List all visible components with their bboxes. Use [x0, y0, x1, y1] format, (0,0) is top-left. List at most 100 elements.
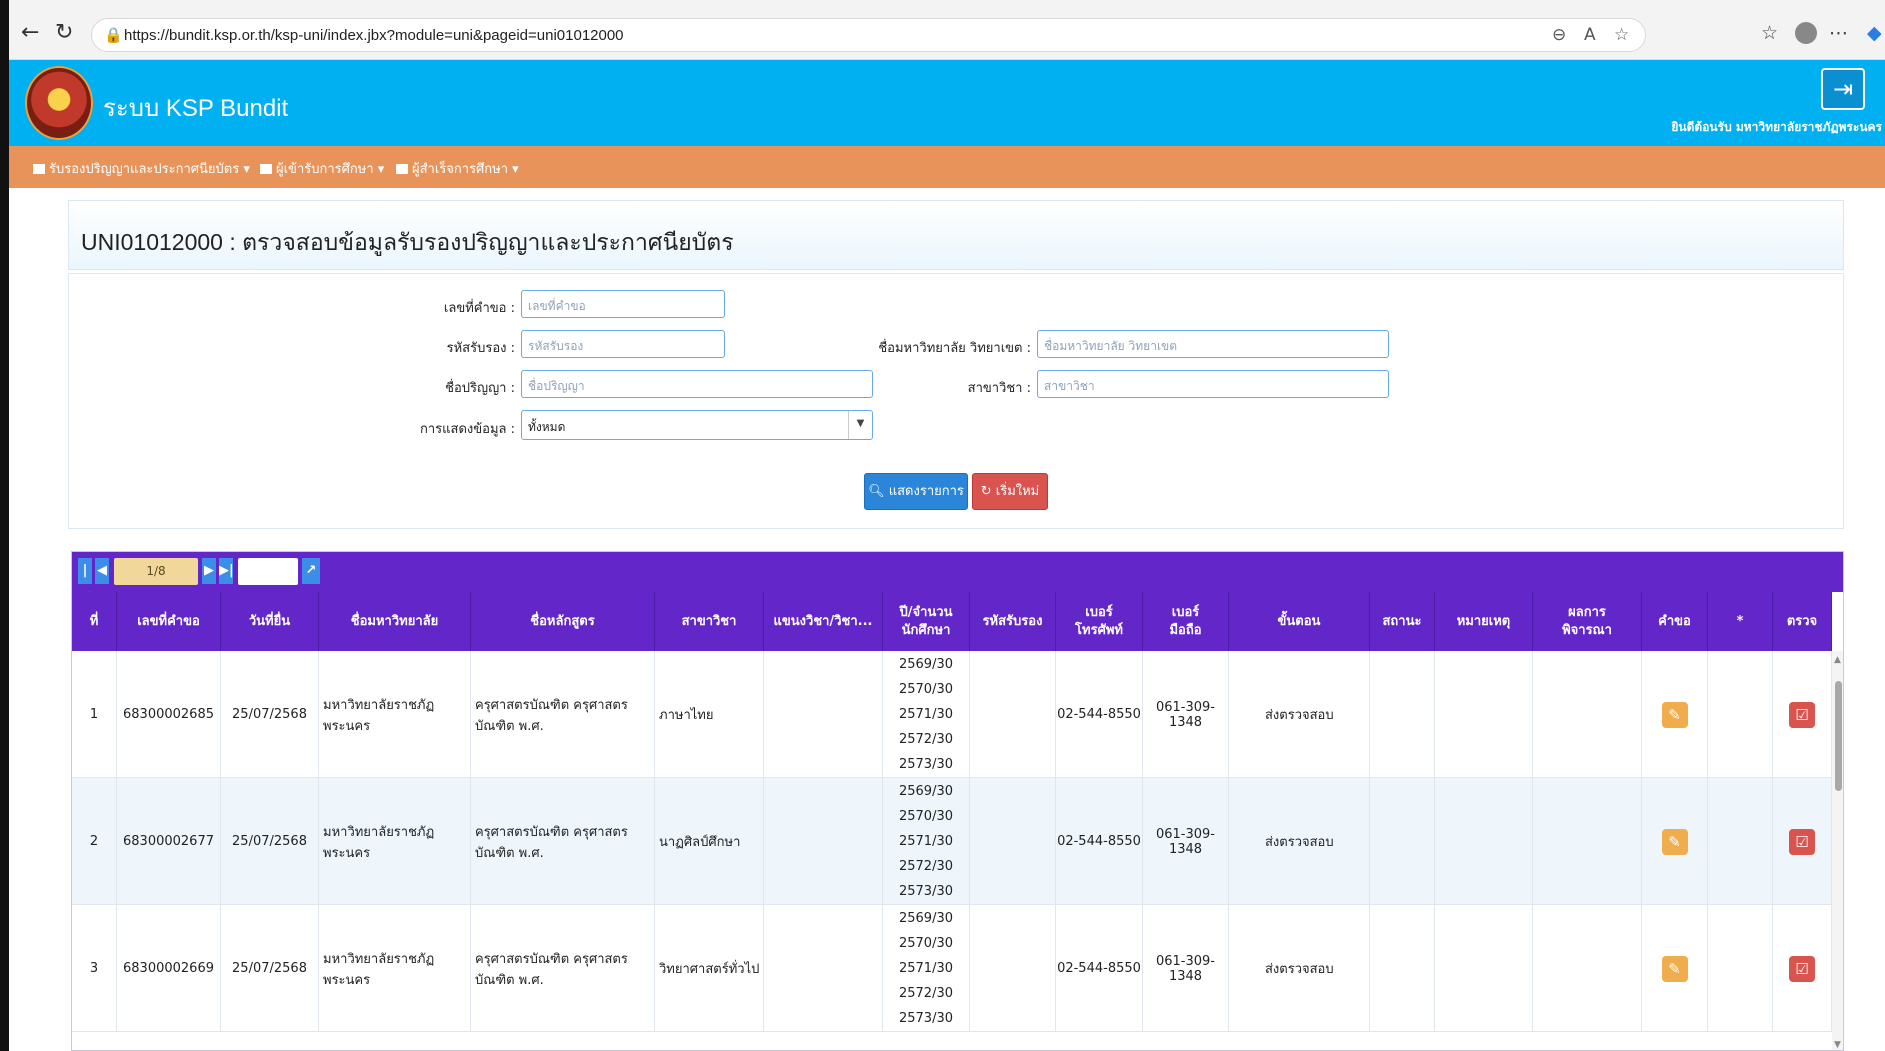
cell-step: ส่งตรวจสอบ — [1229, 778, 1370, 905]
col-step[interactable]: ขั้นตอน — [1229, 592, 1370, 651]
cell-request: ✎ — [1642, 778, 1708, 905]
col-note[interactable]: หมายเหตุ — [1435, 592, 1533, 651]
prev-page-icon[interactable]: ◀ — [95, 558, 109, 584]
cell-star — [1708, 651, 1773, 778]
col-year-count[interactable]: ปี/จำนวน นักศึกษา — [883, 592, 970, 651]
major-input[interactable]: สาขาวิชา — [1037, 370, 1389, 398]
cell-note — [1435, 905, 1533, 1032]
url-text[interactable]: https://bundit.ksp.or.th/ksp-uni/index.j… — [124, 27, 624, 44]
arrow-left-icon[interactable]: ← — [21, 20, 39, 45]
cell-result — [1533, 905, 1642, 1032]
pager-bar: |◀ ◀ 1/8 ▶ ▶| ↗ — [72, 552, 1843, 604]
table-row[interactable]: 3 68300002669 25/07/2568 มหาวิทยาลัยราชภ… — [72, 905, 1832, 1032]
request-no-input[interactable]: เลขที่คำขอ — [521, 290, 725, 318]
cell-course: ครุศาสตรบัณฑิต ครุศาสตรบัณฑิต พ.ศ. — [471, 905, 655, 1032]
col-mobile[interactable]: เบอร์ มือถือ — [1143, 592, 1229, 651]
col-check[interactable]: ตรวจ — [1773, 592, 1832, 651]
edit-icon[interactable]: ✎ — [1661, 701, 1688, 728]
table-row[interactable]: 2 68300002677 25/07/2568 มหาวิทยาลัยราชภ… — [72, 778, 1832, 905]
cell-result — [1533, 778, 1642, 905]
edit-icon[interactable]: ✎ — [1661, 955, 1688, 982]
show-list-button[interactable]: 🔍︎ แสดงรายการ — [864, 473, 968, 510]
col-request[interactable]: คำขอ — [1642, 592, 1708, 651]
refresh-icon[interactable]: ↻ — [55, 20, 73, 45]
table-header: ที่ เลขที่คำขอ วันที่ยื่น ชื่อมหาวิทยาลั… — [72, 592, 1832, 651]
cell-course: ครุศาสตรบัณฑิต ครุศาสตรบัณฑิต พ.ศ. — [471, 778, 655, 905]
col-phone[interactable]: เบอร์ โทรศัพท์ — [1056, 592, 1143, 651]
col-status[interactable]: สถานะ — [1370, 592, 1435, 651]
cell-mobile: 061-309-1348 — [1143, 905, 1229, 1032]
search-icon: 🔍︎ — [868, 484, 889, 499]
col-course[interactable]: ชื่อหลักสูตร — [471, 592, 655, 651]
cell-phone: 02-544-8550 — [1056, 905, 1143, 1032]
cell-step: ส่งตรวจสอบ — [1229, 651, 1370, 778]
cell-course: ครุศาสตรบัณฑิต ครุศาสตรบัณฑิต พ.ศ. — [471, 651, 655, 778]
scroll-up-icon[interactable]: ▲ — [1834, 655, 1841, 665]
copilot-icon[interactable]: ◆ — [1867, 22, 1882, 44]
scroll-down-icon[interactable]: ▼ — [1834, 1040, 1841, 1050]
cell-university: มหาวิทยาลัยราชภัฏพระนคร — [319, 905, 471, 1032]
list-icon — [33, 164, 45, 174]
menu-item-graduates[interactable]: ผู้สำเร็จการศึกษา ▾ — [396, 158, 519, 179]
menu-item-enrollees[interactable]: ผู้เข้ารับการศึกษา ▾ — [260, 158, 384, 179]
menu-item-certification[interactable]: รับรองปริญญาและประกาศนียบัตร ▾ — [33, 158, 250, 179]
col-major[interactable]: สาขาวิชา — [655, 592, 764, 651]
last-page-icon[interactable]: ▶| — [219, 558, 234, 584]
scroll-thumb[interactable] — [1835, 681, 1842, 791]
cell-status — [1370, 651, 1435, 778]
zoom-icon[interactable]: ⊖ — [1552, 25, 1566, 45]
checkbox-icon[interactable]: ☑ — [1789, 701, 1815, 728]
cert-code-input[interactable]: รหัสรับรอง — [521, 330, 725, 358]
cell-request-no: 68300002677 — [117, 778, 221, 905]
cell-major: ภาษาไทย — [655, 651, 764, 778]
cell-years: 2569/30 2570/30 2571/30 2572/30 2573/30 — [883, 651, 970, 778]
next-page-icon[interactable]: ▶ — [202, 558, 216, 584]
cell-request-no: 68300002685 — [117, 651, 221, 778]
cert-code-label: รหัสรับรอง : — [446, 341, 515, 356]
refresh-icon: ↻ — [980, 484, 996, 499]
favorites-icon[interactable]: ☆ — [1761, 22, 1778, 44]
col-cert-code[interactable]: รหัสรับรอง — [970, 592, 1056, 651]
cell-mobile: 061-309-1348 — [1143, 651, 1229, 778]
app-title: ระบบ KSP Bundit — [103, 95, 289, 122]
display-select[interactable]: ทั้งหมด ▼ — [521, 410, 873, 440]
cell-branch — [764, 778, 883, 905]
cell-note — [1435, 778, 1533, 905]
reset-button[interactable]: ↻ เริ่มใหม่ — [972, 473, 1048, 510]
ksp-logo — [25, 66, 93, 140]
results-grid: |◀ ◀ 1/8 ▶ ▶| ↗ ที่ เลขที่คำขอ วันที่ยื่… — [71, 551, 1844, 1051]
col-request-no[interactable]: เลขที่คำขอ — [117, 592, 221, 651]
goto-page-input[interactable] — [238, 558, 298, 585]
cell-result — [1533, 651, 1642, 778]
caret-down-icon: ▾ — [373, 162, 385, 177]
col-result[interactable]: ผลการ พิจารณา — [1533, 592, 1642, 651]
table-row[interactable]: 1 68300002685 25/07/2568 มหาวิทยาลัยราชภ… — [72, 651, 1832, 778]
cell-date: 25/07/2568 — [221, 651, 319, 778]
app-header: ระบบ KSP Bundit ⇥ ยินดีต้อนรับ มหาวิทยาล… — [9, 60, 1885, 146]
profile-avatar[interactable] — [1795, 22, 1817, 44]
address-bar[interactable]: 🔒 https://bundit.ksp.or.th/ksp-uni/index… — [91, 18, 1646, 52]
more-icon[interactable]: ⋯ — [1829, 22, 1848, 44]
goto-page-icon[interactable]: ↗ — [302, 558, 320, 584]
col-date[interactable]: วันที่ยื่น — [221, 592, 319, 651]
cell-phone: 02-544-8550 — [1056, 651, 1143, 778]
col-star[interactable]: * — [1708, 592, 1773, 651]
cell-note — [1435, 651, 1533, 778]
checkbox-icon[interactable]: ☑ — [1789, 828, 1815, 855]
caret-down-icon: ▾ — [508, 162, 519, 177]
read-aloud-icon[interactable]: A — [1584, 25, 1596, 45]
title-panel: UNI01012000 : ตรวจสอบข้อมูลรับรองปริญญาแ… — [68, 200, 1844, 270]
checkbox-icon[interactable]: ☑ — [1789, 955, 1815, 982]
degree-input[interactable]: ชื่อปริญญา — [521, 370, 873, 398]
university-input[interactable]: ชื่อมหาวิทยาลัย วิทยาเขต — [1037, 330, 1389, 358]
logout-button[interactable]: ⇥ — [1821, 68, 1865, 110]
table-scrollbar[interactable]: ▲ ▼ — [1832, 651, 1843, 1050]
first-page-icon[interactable]: |◀ — [78, 558, 92, 604]
cell-status — [1370, 905, 1435, 1032]
col-branch[interactable]: แขนงวิชา/วิชา... — [764, 592, 883, 651]
favorite-star-icon[interactable]: ☆ — [1614, 25, 1629, 45]
cell-major: นาฏศิลป์ศึกษา — [655, 778, 764, 905]
col-university[interactable]: ชื่อมหาวิทยาลัย — [319, 592, 471, 651]
col-no[interactable]: ที่ — [72, 592, 117, 651]
edit-icon[interactable]: ✎ — [1661, 828, 1688, 855]
